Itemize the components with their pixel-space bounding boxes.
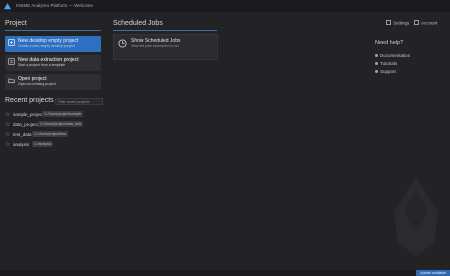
recent-projects-heading: Recent projects [5,97,54,104]
open-project-card[interactable]: Open project Open an existing project [5,74,101,90]
open-folder-icon [8,78,15,83]
recent-project-name: data_project [13,122,38,127]
recent-project-path: C:/analysis [32,141,54,147]
card-subtitle: Create a new, empty desktop project [18,44,75,48]
template-project-icon [8,58,15,65]
window-title: KNIME Analytics Platform — Welcome [16,3,93,8]
account-label: Account [421,20,438,26]
title-bar: KNIME Analytics Platform — Welcome [0,0,450,12]
star-icon[interactable]: ☆ [5,131,10,138]
gear-icon [386,20,391,25]
clock-icon [118,39,127,48]
app-logo-icon [4,3,11,10]
star-icon[interactable]: ☆ [5,121,10,128]
tutorials-label: Tutorials [380,61,398,66]
scheduled-jobs-heading: Scheduled Jobs [113,20,163,27]
update-available-button[interactable]: Update available [415,270,450,276]
support-label: Support [380,69,396,74]
documentation-link[interactable]: Documentation [375,53,410,58]
settings-label: Settings [393,20,410,26]
help-icon [375,70,378,73]
show-scheduled-jobs-card[interactable]: Show Scheduled Jobs View the jobs schedu… [113,34,218,60]
new-template-project-card[interactable]: New data extraction project Start a proj… [5,55,101,71]
project-heading: Project [5,20,27,27]
recent-project-name: analysis [13,142,30,147]
star-icon[interactable]: ☆ [5,141,10,148]
recent-project-name: sample_project [13,112,44,117]
card-subtitle: View the jobs scheduled to run [131,44,179,48]
recent-project-path: C:/Users/project/data_sets [38,121,84,127]
support-link[interactable]: Support [375,69,396,74]
new-project-icon [8,39,15,46]
recent-project-path: C:/Users/project/sample [42,111,84,117]
project-divider [5,30,101,31]
card-subtitle: Start a project from a template [18,63,66,67]
document-icon [375,54,378,57]
documentation-label: Documentation [380,53,411,58]
card-subtitle: Open an existing project [18,82,56,86]
play-icon [375,62,378,65]
account-link[interactable]: Account [414,20,437,26]
recent-project-name: test_data [13,132,32,137]
scheduled-divider [113,30,217,31]
watermark-logo-icon [394,177,438,257]
new-empty-project-card[interactable]: New desktop empty project Create a new, … [5,36,101,52]
star-icon[interactable]: ☆ [5,111,10,118]
status-bar: Update available [0,270,450,276]
tutorials-link[interactable]: Tutorials [375,61,397,66]
settings-link[interactable]: Settings [386,20,409,26]
recent-project-path: C:/Users/project/test [32,131,68,137]
help-heading: Need help? [375,40,404,46]
recent-filter-input[interactable]: Filter recent projects [55,98,103,105]
user-icon [414,20,419,25]
